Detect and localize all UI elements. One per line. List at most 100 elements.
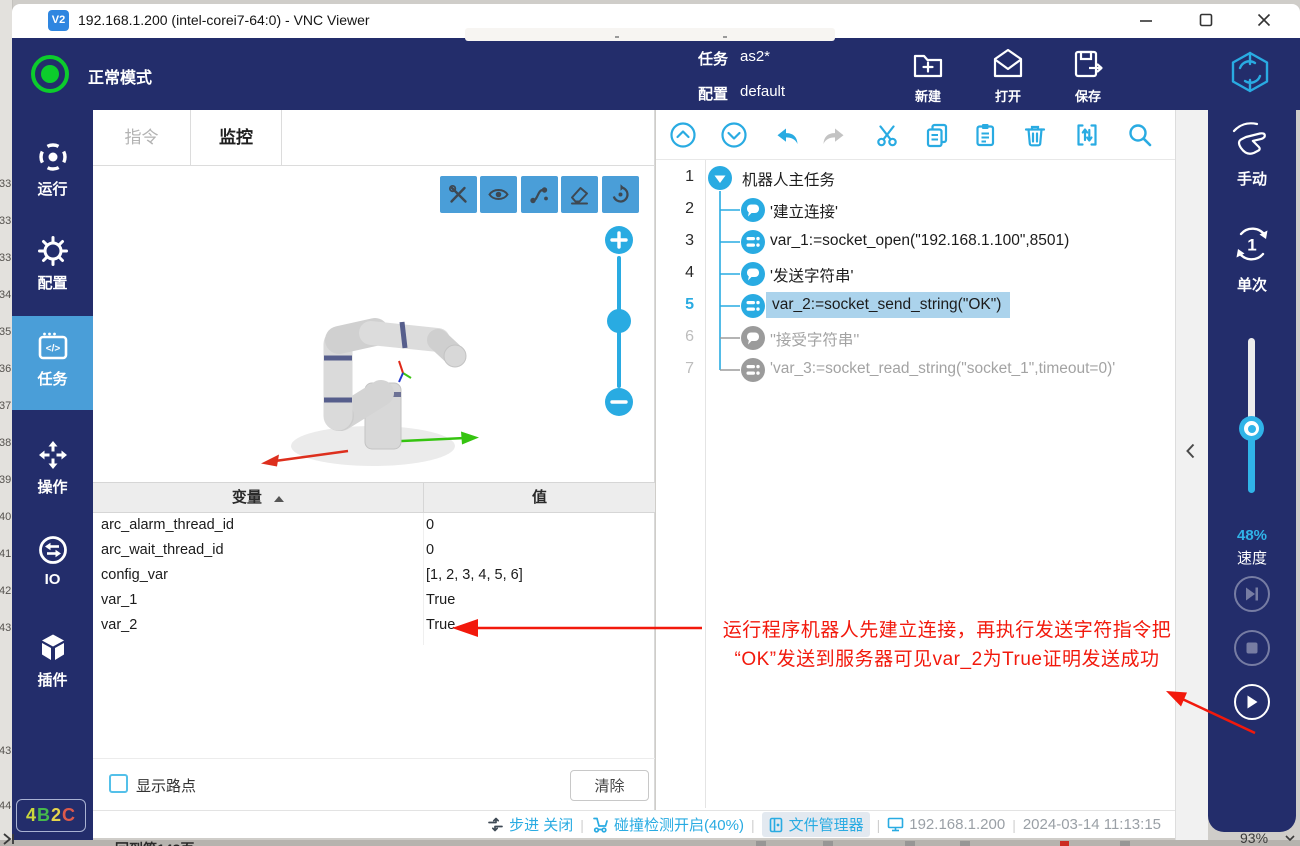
manual-mode-button[interactable]: 手动 — [1208, 118, 1296, 198]
sidebar-item-io[interactable]: IO — [12, 533, 93, 599]
copy-button[interactable] — [920, 118, 954, 152]
io-arrows-icon — [36, 533, 70, 567]
step-over-button[interactable] — [1234, 576, 1270, 612]
sidebar-item-task[interactable]: </> 任务 — [12, 330, 93, 396]
view-visibility-button[interactable] — [480, 176, 517, 213]
tab-instruction[interactable]: 指令 — [93, 110, 190, 165]
code-line-assign-disabled[interactable]: 7 'var_3:=socket_read_string("socket_1",… — [656, 354, 1175, 386]
assignment-icon — [740, 229, 766, 255]
code-line-comment[interactable]: 2 '建立连接' — [656, 194, 1175, 226]
table-row[interactable]: var_2 True — [93, 613, 655, 638]
collapse-panel-handle[interactable] — [1178, 438, 1204, 464]
variable-value: True — [426, 592, 455, 608]
view-path-button[interactable] — [521, 176, 558, 213]
speed-slider-track-upper[interactable] — [1248, 338, 1255, 428]
code-line-root[interactable]: 1 机器人主任务 — [656, 162, 1175, 194]
artifact-line-number: 33 — [0, 215, 12, 227]
annotation-text-line2: “OK”发送到服务器可见var_2为True证明发送成功 — [702, 644, 1192, 671]
collapse-node-icon[interactable] — [707, 165, 733, 191]
search-icon — [1125, 120, 1155, 150]
sidebar-item-config[interactable]: 配置 — [12, 234, 93, 300]
assignment-icon — [740, 357, 766, 383]
clear-button[interactable]: 清除 — [570, 770, 649, 801]
artifact-line-number: 35 — [0, 326, 12, 338]
column-header-variable[interactable]: 变量 — [93, 483, 423, 512]
status-datetime: 2024-03-14 11:13:15 — [1023, 816, 1161, 833]
table-row[interactable]: arc_alarm_thread_id 0 — [93, 513, 655, 538]
collision-detect-status[interactable]: 碰撞检测开启(40%) — [591, 814, 744, 835]
sidebar-item-operate[interactable]: 操作 — [12, 438, 93, 504]
open-task-button[interactable]: 打开 — [978, 44, 1038, 106]
artifact-line-number: 38 — [0, 437, 12, 449]
minimize-button[interactable] — [1126, 6, 1166, 36]
variable-value: True — [426, 617, 455, 633]
code-line-assign[interactable]: 3 var_1:=socket_open("192.168.1.100",850… — [656, 226, 1175, 258]
artifact-line-number: 41 — [0, 548, 12, 560]
redo-button[interactable] — [817, 118, 851, 152]
save-icon — [1069, 46, 1107, 84]
view-eraser-button[interactable] — [561, 176, 598, 213]
zoom-in-button[interactable] — [605, 226, 633, 254]
delete-button[interactable] — [1018, 118, 1052, 152]
badge-char: B — [37, 805, 51, 825]
code-text-selected: var_2:=socket_send_string("OK") — [766, 292, 1010, 318]
table-row[interactable]: arc_wait_thread_id 0 — [93, 538, 655, 563]
close-button[interactable] — [1244, 6, 1284, 36]
circle-up-icon — [668, 120, 698, 150]
tab-monitor[interactable]: 监控 — [191, 110, 281, 165]
move-up-button[interactable] — [666, 118, 700, 152]
view-rotate-button[interactable] — [602, 176, 639, 213]
view-tools-button[interactable] — [440, 176, 477, 213]
robot-3d-viewport[interactable] — [93, 166, 654, 480]
paste-button[interactable] — [968, 118, 1002, 152]
show-waypoints-label: 显示路点 — [136, 775, 196, 796]
search-button[interactable] — [1123, 118, 1157, 152]
stop-button[interactable] — [1234, 630, 1270, 666]
artifact-bottom-text: 回到第143页 — [115, 839, 194, 846]
move-arrows-icon — [36, 438, 70, 472]
open-file-icon — [989, 46, 1027, 84]
status-separator: | — [877, 817, 881, 833]
code-text: '建立连接' — [770, 200, 838, 222]
single-run-button[interactable]: 1 单次 — [1208, 222, 1296, 308]
brand-logo-icon — [1226, 48, 1274, 96]
trash-icon — [1020, 120, 1050, 150]
task-value: as2* — [740, 48, 770, 65]
zoom-out-button[interactable] — [605, 388, 633, 416]
new-task-button[interactable]: 新建 — [898, 44, 958, 106]
cut-button[interactable] — [870, 118, 904, 152]
zoom-slider-handle[interactable] — [607, 309, 631, 333]
table-row[interactable]: config_var [1, 2, 3, 4, 5, 6] — [93, 563, 655, 588]
status-separator: | — [580, 817, 584, 833]
variable-value: 0 — [426, 517, 434, 533]
artifact-red-icon-fragment — [1060, 841, 1069, 846]
sidebar-item-plugin[interactable]: 插件 — [12, 631, 93, 697]
play-button[interactable] — [1234, 684, 1270, 720]
artifact-icon-fragment — [960, 841, 970, 846]
show-waypoints-checkbox[interactable] — [109, 774, 128, 793]
code-line-assign-selected[interactable]: 5 var_2:=socket_send_string("OK") — [656, 290, 1175, 322]
single-cycle-icon: 1 — [1230, 222, 1274, 266]
undo-icon — [772, 120, 802, 150]
speed-slider-handle[interactable] — [1239, 416, 1264, 441]
file-manager-icon — [768, 817, 784, 833]
paste-icon — [970, 120, 1000, 150]
artifact-line-number: 33 — [0, 178, 12, 190]
sidebar-item-run[interactable]: 运行 — [12, 140, 93, 206]
status-separator: | — [751, 817, 755, 833]
maximize-button[interactable] — [1186, 6, 1226, 36]
badge-char: 2 — [51, 805, 62, 825]
step-mode-status[interactable]: 步进 关闭 — [487, 814, 573, 835]
undo-button[interactable] — [770, 118, 804, 152]
variable-name: config_var — [101, 567, 168, 583]
table-row[interactable]: var_1 True — [93, 588, 655, 613]
line-number: 5 — [656, 296, 694, 314]
code-line-comment[interactable]: 4 '发送字符串' — [656, 258, 1175, 290]
save-task-button[interactable]: 保存 — [1058, 44, 1118, 106]
code-line-comment-disabled[interactable]: 6 ''接受字符串'' — [656, 322, 1175, 354]
move-down-button[interactable] — [717, 118, 751, 152]
replace-button[interactable] — [1070, 118, 1104, 152]
eye-icon — [487, 183, 510, 206]
file-manager-button[interactable]: 文件管理器 — [762, 812, 870, 837]
status-bar: 步进 关闭 | 碰撞检测开启(40%) | 文件管理器 | 192.168.1.… — [93, 810, 1175, 838]
